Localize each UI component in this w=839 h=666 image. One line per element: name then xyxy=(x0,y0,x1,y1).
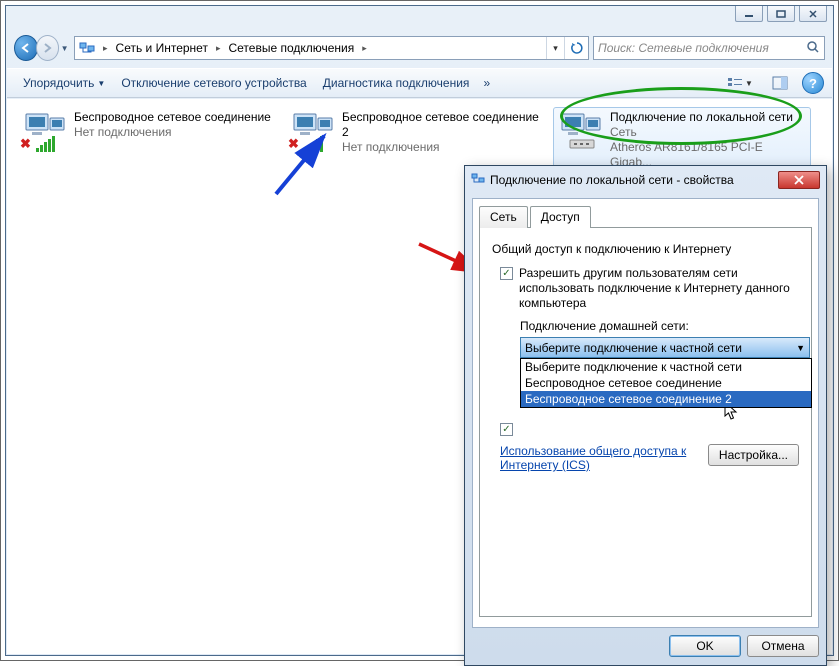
help-button[interactable]: ? xyxy=(802,72,824,94)
connection-item[interactable]: ✖ Беспроводное сетевое соединение 2 Нет … xyxy=(285,107,543,173)
allow-sharing-checkbox[interactable]: ✓ xyxy=(500,267,513,280)
tab-network[interactable]: Сеть xyxy=(479,206,528,228)
home-network-combo[interactable]: Выберите подключение к частной сети ▼ Вы… xyxy=(520,337,810,358)
nav-back-button[interactable] xyxy=(14,35,38,61)
connection-item[interactable]: ✖ Беспроводное сетевое соединение Нет по… xyxy=(17,107,275,173)
combo-dropdown-list: Выберите подключение к частной сети Бесп… xyxy=(520,358,812,408)
view-mode-button[interactable]: ▼ xyxy=(722,72,758,94)
close-button[interactable] xyxy=(799,6,827,22)
tab-panel-sharing: Общий доступ к подключению к Интернету ✓… xyxy=(479,227,812,617)
diagnose-button[interactable]: Диагностика подключения xyxy=(315,73,478,93)
tab-sharing[interactable]: Доступ xyxy=(530,206,591,228)
ics-help-link[interactable]: Использование общего доступа к Интернету… xyxy=(500,444,698,472)
nav-forward-button[interactable] xyxy=(36,35,60,61)
combo-option[interactable]: Беспроводное сетевое соединение xyxy=(521,375,811,391)
allow-sharing-label: Разрешить другим пользователям сети испо… xyxy=(519,266,799,311)
combo-option-highlighted[interactable]: Беспроводное сетевое соединение 2 xyxy=(521,391,811,407)
properties-dialog: Подключение по локальной сети - свойства… xyxy=(464,165,827,666)
network-icon xyxy=(79,40,95,56)
toolbar-overflow[interactable]: » xyxy=(477,76,496,90)
home-network-label: Подключение домашней сети: xyxy=(520,319,799,333)
toolbar: Упорядочить▼ Отключение сетевого устройс… xyxy=(7,68,832,98)
disable-device-button[interactable]: Отключение сетевого устройства xyxy=(113,73,314,93)
section-title: Общий доступ к подключению к Интернету xyxy=(492,242,799,256)
chevron-down-icon: ▼ xyxy=(796,343,805,353)
breadcrumb-dropdown[interactable]: ▾ xyxy=(546,37,564,59)
wireless-icon: ✖ xyxy=(288,110,336,152)
wireless-icon: ✖ xyxy=(20,110,68,152)
settings-button[interactable]: Настройка... xyxy=(708,444,799,466)
search-icon xyxy=(806,40,820,57)
combo-option[interactable]: Выберите подключение к частной сети xyxy=(521,359,811,375)
dialog-close-button[interactable] xyxy=(778,171,820,189)
cancel-button[interactable]: Отмена xyxy=(747,635,819,657)
explorer-window: ▼ ▸ Сеть и Интернет ▸ Сетевые подключени… xyxy=(5,5,834,656)
breadcrumb[interactable]: ▸ Сеть и Интернет ▸ Сетевые подключения … xyxy=(74,36,589,60)
minimize-button[interactable] xyxy=(735,6,763,22)
dialog-title: Подключение по локальной сети - свойства xyxy=(490,173,734,187)
connection-item-selected[interactable]: Подключение по локальной сети Сеть Ather… xyxy=(553,107,811,173)
refresh-button[interactable] xyxy=(564,37,588,59)
network-icon xyxy=(471,172,485,189)
preview-pane-button[interactable] xyxy=(762,72,798,94)
maximize-button[interactable] xyxy=(767,6,795,22)
ok-button[interactable]: OK xyxy=(669,635,741,657)
dialog-titlebar[interactable]: Подключение по локальной сети - свойства xyxy=(465,166,826,194)
window-controls xyxy=(735,6,827,22)
ethernet-icon xyxy=(556,110,604,152)
allow-control-checkbox[interactable]: ✓ xyxy=(500,423,513,436)
organize-menu[interactable]: Упорядочить▼ xyxy=(15,73,113,93)
search-input[interactable]: Поиск: Сетевые подключения xyxy=(593,36,825,60)
nav-history-dropdown[interactable]: ▼ xyxy=(59,35,70,61)
